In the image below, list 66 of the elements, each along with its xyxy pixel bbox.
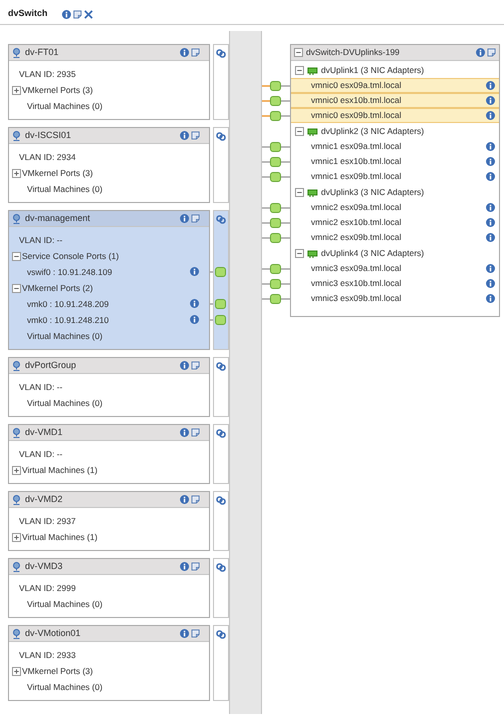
- port-label: vmk0 : 10.91.248.210: [27, 314, 109, 326]
- vlan-label: VLAN ID: 2934: [19, 150, 76, 164]
- item-label: Virtual Machines (0): [27, 100, 102, 112]
- nic-row[interactable]: vmnic1 esx09a.tml.local: [291, 139, 499, 154]
- switch-title: dvSwitch: [8, 7, 48, 20]
- port-group-name: dv-ISCSI01: [25, 128, 72, 142]
- port-group-card[interactable]: dv-VMD2 VLAN ID: 2937 Virtual Machines (1): [8, 491, 210, 551]
- group-label: VMkernel Ports (3): [22, 166, 93, 180]
- nic-label: vmnic3 esx10b.tml.local: [311, 277, 402, 290]
- uplink-label: dvUplink2 (3 NIC Adapters): [321, 124, 424, 138]
- port-label: vswif0 : 10.91.248.109: [27, 266, 112, 278]
- nic-label: vmnic0 esx09b.tml.local: [311, 109, 402, 122]
- group-label: Service Console Ports (1): [22, 250, 119, 262]
- nic-row[interactable]: vmnic3 esx09b.tml.local: [291, 291, 499, 306]
- nic-row[interactable]: vmnic1 esx09b.tml.local: [291, 169, 499, 184]
- vlan-label: VLAN ID: 2933: [19, 648, 76, 662]
- nic-row[interactable]: vmnic1 esx10b.tml.local: [291, 154, 499, 169]
- vlan-label: VLAN ID: 2999: [19, 582, 76, 594]
- vlan-label: VLAN ID: --: [19, 448, 62, 460]
- nic-label: vmnic3 esx09a.tml.local: [311, 262, 402, 275]
- uplink-label: dvUplink4 (3 NIC Adapters): [321, 246, 424, 260]
- port-group-name: dv-VMD2: [25, 492, 63, 506]
- uplinks-title: dvSwitch-DVUplinks-199: [306, 46, 400, 59]
- port-group-card[interactable]: dv-VMD1 VLAN ID: -- Virtual Machines (1): [8, 424, 210, 484]
- group-label: Virtual Machines (1): [22, 530, 98, 544]
- port-label: vmk0 : 10.91.248.209: [27, 298, 109, 310]
- nic-label: vmnic2 esx10b.tml.local: [311, 216, 402, 229]
- port-group-name: dv-VMD3: [25, 560, 63, 573]
- nic-label: vmnic1 esx10b.tml.local: [311, 155, 402, 168]
- item-label: Virtual Machines (0): [27, 680, 102, 694]
- group-label: VMkernel Ports (3): [22, 84, 93, 96]
- port-group-card[interactable]: dv-FT01 VLAN ID: 2935 VMkernel Ports (3) Virtual Machines (0): [8, 44, 210, 120]
- vlan-label: VLAN ID: 2935: [19, 68, 76, 80]
- uplink-label: dvUplink1 (3 NIC Adapters): [321, 64, 424, 76]
- port-group-name: dv-VMotion01: [25, 626, 81, 640]
- vlan-label: VLAN ID: 2937: [19, 514, 76, 528]
- group-label: VMkernel Ports (3): [22, 664, 93, 678]
- nic-row[interactable]: vmnic2 esx10b.tml.local: [291, 215, 499, 230]
- port-group-name: dvPortGroup: [25, 358, 76, 372]
- port-group-name: dv-FT01: [25, 46, 59, 59]
- nic-label: vmnic0 esx09a.tml.local: [311, 79, 402, 92]
- nic-row[interactable]: vmnic3 esx09a.tml.local: [291, 261, 499, 276]
- port-group-card[interactable]: dv-VMD3 VLAN ID: 2999 Virtual Machines (0): [8, 558, 210, 618]
- nic-label: vmnic0 esx10b.tml.local: [311, 94, 402, 107]
- nic-label: vmnic2 esx09a.tml.local: [311, 201, 402, 214]
- item-label: Virtual Machines (0): [27, 598, 102, 610]
- item-label: Virtual Machines (0): [27, 182, 102, 196]
- port-group-card[interactable]: dv-VMotion01 VLAN ID: 2933 VMkernel Ports (3) Virtual Machines (0): [8, 625, 210, 701]
- nic-row[interactable]: vmnic3 esx10b.tml.local: [291, 276, 499, 291]
- uplink-label: dvUplink3 (3 NIC Adapters): [321, 186, 424, 198]
- nic-label: vmnic3 esx09b.tml.local: [311, 292, 402, 305]
- nic-row[interactable]: vmnic2 esx09a.tml.local: [291, 200, 499, 215]
- nic-label: vmnic1 esx09a.tml.local: [311, 140, 402, 153]
- group-label: Virtual Machines (1): [22, 464, 98, 476]
- item-label: Virtual Machines (0): [27, 396, 102, 410]
- port-group-card[interactable]: dv-ISCSI01 VLAN ID: 2934 VMkernel Ports (3) Virtual Machines (0): [8, 127, 210, 203]
- nic-label: vmnic2 esx09b.tml.local: [311, 231, 402, 244]
- vlan-label: VLAN ID: --: [19, 234, 62, 246]
- port-group-name: dv-management: [25, 212, 90, 225]
- group-label: VMkernel Ports (2): [22, 282, 93, 294]
- nic-label: vmnic1 esx09b.tml.local: [311, 170, 402, 183]
- port-group-card[interactable]: dvPortGroup VLAN ID: -- Virtual Machines (0): [8, 357, 210, 417]
- port-group-name: dv-VMD1: [25, 426, 63, 439]
- vlan-label: VLAN ID: --: [19, 380, 62, 394]
- item-label: Virtual Machines (0): [27, 330, 102, 342]
- nic-row[interactable]: vmnic2 esx09b.tml.local: [291, 230, 499, 245]
